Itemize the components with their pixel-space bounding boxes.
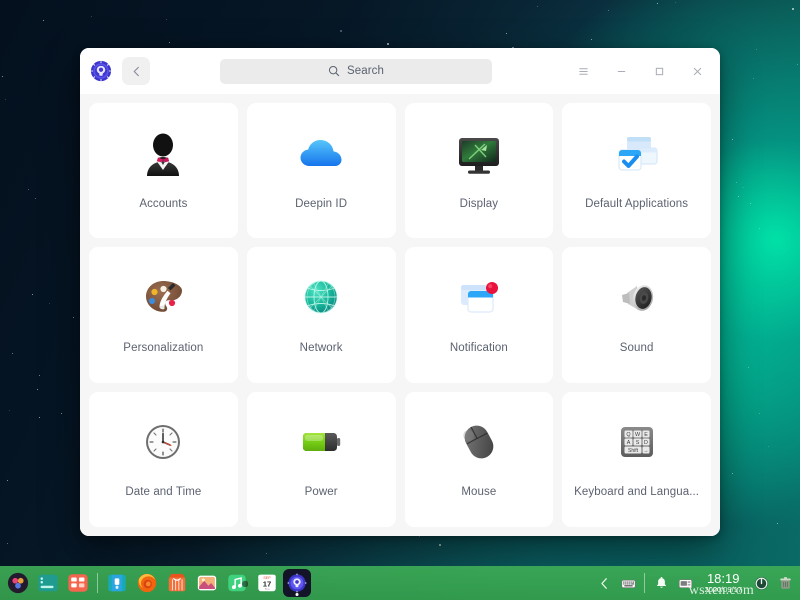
taskbar-divider: [97, 573, 98, 593]
active-indicator: [296, 593, 299, 596]
clock-time: 18:19: [707, 572, 740, 585]
trash-icon[interactable]: [774, 570, 796, 596]
settings-tile-keyboard-and-language[interactable]: QWE ASD Shift→ Keyboard and Langua...: [562, 392, 711, 527]
default-apps-icon: [609, 126, 665, 182]
deepin-store-icon[interactable]: [163, 569, 191, 597]
calendar-day-text: 17: [263, 579, 272, 588]
keyboard-icon: QWE ASD Shift→: [609, 414, 665, 470]
svg-text:Shift: Shift: [628, 448, 639, 454]
settings-grid: Accounts Deepin ID: [89, 103, 711, 527]
onscreen-keyboard-icon[interactable]: [617, 570, 639, 596]
accounts-icon: [135, 126, 191, 182]
svg-text:S: S: [635, 440, 639, 446]
clock-widget[interactable]: 18:19 2020/09/17: [698, 572, 748, 594]
settings-tile-deepin-id[interactable]: Deepin ID: [247, 103, 396, 238]
tile-label: Deepin ID: [295, 198, 347, 210]
chevron-left-icon: [597, 576, 612, 591]
battery-icon: [293, 414, 349, 470]
speaker-icon: [609, 270, 665, 326]
tile-label: Accounts: [139, 198, 187, 210]
cloud-icon: [293, 126, 349, 182]
settings-tile-accounts[interactable]: Accounts: [89, 103, 238, 238]
calendar-icon[interactable]: SEP 17 Thu: [253, 569, 281, 597]
svg-text:D: D: [644, 440, 648, 446]
search-icon: [328, 65, 340, 77]
window-titlebar: Search: [80, 48, 720, 94]
tile-label: Sound: [620, 342, 654, 354]
settings-tile-display[interactable]: Display: [405, 103, 554, 238]
tile-label: Power: [305, 486, 338, 498]
svg-text:E: E: [644, 432, 648, 438]
settings-tile-personalization[interactable]: Personalization: [89, 247, 238, 382]
settings-tile-mouse[interactable]: Mouse: [405, 392, 554, 527]
display-tray-icon[interactable]: [674, 570, 696, 596]
svg-text:→: →: [643, 448, 648, 454]
clock-icon: [135, 414, 191, 470]
minimize-icon: [615, 65, 628, 78]
monitor-icon: [451, 126, 507, 182]
notification-bell-icon[interactable]: [650, 570, 672, 596]
maximize-icon: [653, 65, 666, 78]
mouse-icon: [451, 414, 507, 470]
tray-divider: [644, 573, 645, 593]
search-input[interactable]: Search: [220, 59, 492, 84]
deepin-logo-icon: [90, 60, 112, 82]
globe-icon: [293, 270, 349, 326]
notification-icon: [451, 270, 507, 326]
tile-label: Notification: [450, 342, 508, 354]
control-center-icon[interactable]: [283, 569, 311, 597]
palette-icon: [135, 270, 191, 326]
control-center-window: Search: [80, 48, 720, 536]
app-store-icon[interactable]: [64, 569, 92, 597]
close-icon: [691, 65, 704, 78]
firefox-icon[interactable]: [133, 569, 161, 597]
clock-date: 2020/09/17: [704, 585, 742, 594]
music-player-icon[interactable]: [223, 569, 251, 597]
terminal-icon[interactable]: [34, 569, 62, 597]
tile-label: Personalization: [123, 342, 203, 354]
settings-tile-network[interactable]: Network: [247, 247, 396, 382]
tile-label: Keyboard and Langua...: [574, 486, 699, 498]
taskbar-apps: SEP 17 Thu: [0, 569, 311, 597]
image-viewer-icon[interactable]: [193, 569, 221, 597]
menu-button[interactable]: [566, 56, 600, 86]
hamburger-menu-icon: [577, 65, 590, 78]
tile-label: Default Applications: [585, 198, 688, 210]
close-button[interactable]: [680, 56, 714, 86]
taskbar: SEP 17 Thu: [0, 566, 800, 600]
tile-label: Network: [300, 342, 343, 354]
file-manager-icon[interactable]: [103, 569, 131, 597]
tile-label: Date and Time: [125, 486, 201, 498]
search-container: Search: [150, 59, 562, 84]
settings-tile-date-and-time[interactable]: Date and Time: [89, 392, 238, 527]
tray-expand-button[interactable]: [593, 570, 615, 596]
settings-tile-notification[interactable]: Notification: [405, 247, 554, 382]
maximize-button[interactable]: [642, 56, 676, 86]
system-tray: 18:19 2020/09/17: [593, 570, 800, 596]
power-icon[interactable]: [750, 570, 772, 596]
window-controls: [566, 56, 714, 86]
svg-text:Q: Q: [626, 432, 630, 438]
minimize-button[interactable]: [604, 56, 638, 86]
settings-grid-area: Accounts Deepin ID: [80, 94, 720, 536]
settings-tile-sound[interactable]: Sound: [562, 247, 711, 382]
launcher-icon[interactable]: [4, 569, 32, 597]
settings-tile-power[interactable]: Power: [247, 392, 396, 527]
chevron-left-icon: [131, 66, 142, 77]
tile-label: Mouse: [461, 486, 496, 498]
settings-tile-default-applications[interactable]: Default Applications: [562, 103, 711, 238]
svg-text:A: A: [626, 440, 630, 446]
search-placeholder: Search: [347, 65, 384, 77]
back-button[interactable]: [122, 57, 150, 85]
tile-label: Display: [460, 198, 498, 210]
svg-text:Thu: Thu: [265, 587, 270, 591]
